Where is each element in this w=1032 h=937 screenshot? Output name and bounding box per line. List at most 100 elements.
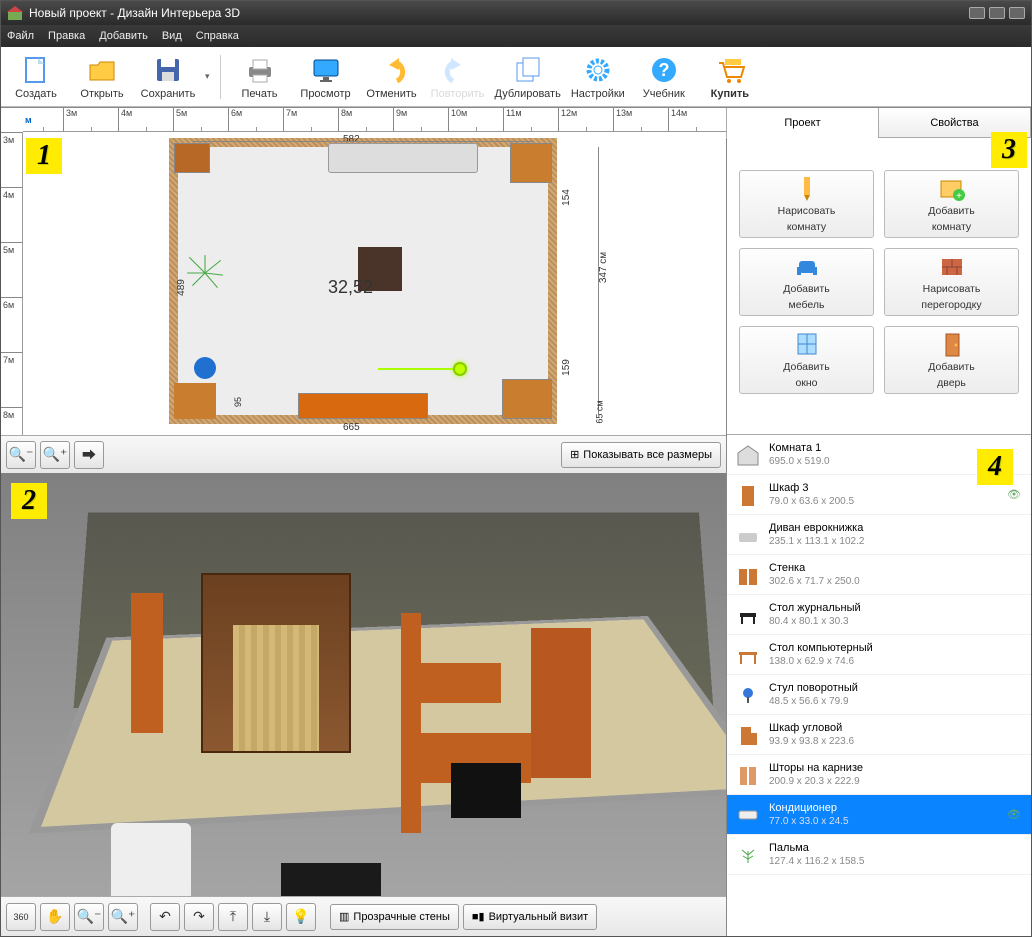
window-title: Новый проект - Дизайн Интерьера 3D <box>29 6 240 20</box>
action-grid: Нарисоватькомнату +Добавитькомнату Добав… <box>727 164 1031 408</box>
create-button[interactable]: Создать <box>7 50 65 104</box>
transparent-walls-button[interactable]: ▥Прозрачные стены <box>330 904 459 930</box>
tilt-down-button[interactable]: ⤓ <box>252 903 282 931</box>
room-icon <box>735 442 761 468</box>
duplicate-button[interactable]: Дублировать <box>495 50 561 104</box>
zoom-in-3d-button[interactable]: 🔍⁺ <box>108 903 138 931</box>
zoom-out-button[interactable]: 🔍⁻ <box>6 441 36 469</box>
show-dims-button[interactable]: ⊞Показывать все размеры <box>561 442 721 468</box>
maximize-button[interactable] <box>989 7 1005 19</box>
object-item[interactable]: Диван еврокнижка 235.1 x 113.1 x 102.2 <box>727 515 1031 555</box>
armchair-icon <box>793 252 821 280</box>
sofa-icon <box>735 522 761 548</box>
bulb-icon: 💡 <box>292 908 309 925</box>
object-dims: 127.4 x 116.2 x 158.5 <box>769 855 999 868</box>
add-door-button[interactable]: Добавитьдверь <box>884 326 1019 394</box>
object-item[interactable]: Стол журнальный 80.4 x 80.1 x 30.3 <box>727 595 1031 635</box>
rotate-left-icon: ↶ <box>159 908 171 925</box>
buy-button[interactable]: Купить <box>701 50 759 104</box>
hand-icon: ✋ <box>46 908 63 925</box>
toolbar: Создать Открыть Сохранить ▾ Печать Просм… <box>1 47 1031 107</box>
menu-view[interactable]: Вид <box>162 30 182 42</box>
right-panel: Проект Свойства 3 Нарисоватькомнату +Доб… <box>727 108 1031 936</box>
redo-button[interactable]: Повторить <box>429 50 487 104</box>
object-item[interactable]: Стенка 302.6 x 71.7 x 250.0 <box>727 555 1031 595</box>
room-shape[interactable]: 32,52 <box>178 147 548 415</box>
furniture-desk-right[interactable] <box>502 379 552 419</box>
object-item[interactable]: Стол компьютерный 138.0 x 62.9 x 74.6 <box>727 635 1031 675</box>
view-3d-pane[interactable]: 2 360 ✋ 🔍⁻ 🔍⁺ ↶ ↷ ⤒ ⤓ 💡 ▥Прозрачные стен… <box>1 473 726 936</box>
draw-partition-button[interactable]: Нарисоватьперегородку <box>884 248 1019 316</box>
light-button[interactable]: 💡 <box>286 903 316 931</box>
menubar: Файл Правка Добавить Вид Справка <box>1 25 1031 47</box>
zoom-in-button[interactable]: 🔍⁺ <box>40 441 70 469</box>
selection-handle[interactable] <box>453 362 467 376</box>
close-button[interactable] <box>1009 7 1025 19</box>
object-dims: 138.0 x 62.9 x 74.6 <box>769 655 999 668</box>
furniture-sofa-bottom[interactable] <box>298 393 428 419</box>
save-dropdown-icon[interactable]: ▾ <box>205 71 210 82</box>
view3d-toolbar: 360 ✋ 🔍⁻ 🔍⁺ ↶ ↷ ⤒ ⤓ 💡 ▥Прозрачные стены … <box>1 896 726 936</box>
object-name: Кондиционер <box>769 801 999 815</box>
tilt-up-icon: ⤒ <box>230 908 236 925</box>
rotate-left-button[interactable]: ↶ <box>150 903 180 931</box>
wardrobe-icon <box>735 482 761 508</box>
duplicate-icon <box>512 54 544 86</box>
file-new-icon <box>20 54 52 86</box>
tilt-up-button[interactable]: ⤒ <box>218 903 248 931</box>
object-item[interactable]: Стул поворотный 48.5 x 56.6 x 79.9 <box>727 675 1031 715</box>
furniture-plant[interactable] <box>184 252 226 294</box>
furniture-desk-left[interactable] <box>174 383 216 419</box>
menu-edit[interactable]: Правка <box>48 30 85 42</box>
object-name: Стенка <box>769 561 999 575</box>
home-button[interactable]: ⮕ <box>74 441 104 469</box>
pan-button[interactable]: ✋ <box>40 903 70 931</box>
menu-help[interactable]: Справка <box>196 30 239 42</box>
tab-project[interactable]: Проект <box>726 107 879 138</box>
minimize-button[interactable] <box>969 7 985 19</box>
furniture-wardrobe[interactable] <box>174 143 210 173</box>
zoom-out-3d-button[interactable]: 🔍⁻ <box>74 903 104 931</box>
object-dims: 48.5 x 56.6 x 79.9 <box>769 695 999 708</box>
visibility-icon[interactable]: 👁 <box>1007 488 1023 501</box>
preview-button[interactable]: Просмотр <box>297 50 355 104</box>
dim-top: 582 <box>343 134 360 145</box>
ruler-horizontal: м 3м4м 5м6м 7м8м 9м10м 11м12м 13м14м <box>23 108 726 132</box>
add-window-button[interactable]: Добавитьокно <box>739 326 874 394</box>
furniture-chair[interactable] <box>194 357 216 379</box>
rotate-360-button[interactable]: 360 <box>6 903 36 931</box>
undo-button[interactable]: Отменить <box>363 50 421 104</box>
object-dims: 80.4 x 80.1 x 30.3 <box>769 615 999 628</box>
add-room-button[interactable]: +Добавитькомнату <box>884 170 1019 238</box>
virtual-visit-button[interactable]: ■▮Виртуальный визит <box>463 904 597 930</box>
object-item[interactable]: Пальма 127.4 x 116.2 x 158.5 <box>727 835 1031 875</box>
save-button[interactable]: Сохранить <box>139 50 197 104</box>
object-name: Комната 1 <box>769 441 999 455</box>
rotate-right-button[interactable]: ↷ <box>184 903 214 931</box>
home-icon: ⮕ <box>82 445 96 465</box>
menu-file[interactable]: Файл <box>7 30 34 42</box>
print-button[interactable]: Печать <box>231 50 289 104</box>
help-button[interactable]: ?Учебник <box>635 50 693 104</box>
wall-icon <box>735 562 761 588</box>
visibility-icon[interactable]: 👁 <box>1007 808 1023 821</box>
corner-icon <box>735 722 761 748</box>
grid-icon: ⊞ <box>570 448 579 461</box>
object-list[interactable]: 4 Комната 1 695.0 x 519.0 Шкаф 3 79.0 x … <box>727 434 1031 936</box>
menu-add[interactable]: Добавить <box>99 30 148 42</box>
object-name: Пальма <box>769 841 999 855</box>
settings-button[interactable]: Настройки <box>569 50 627 104</box>
furniture-corner-wardrobe[interactable] <box>510 143 552 183</box>
draw-room-button[interactable]: Нарисоватькомнату <box>739 170 874 238</box>
object-dims: 93.9 x 93.8 x 223.6 <box>769 735 999 748</box>
object-item[interactable]: Кондиционер 77.0 x 33.0 x 24.5 👁 <box>727 795 1031 835</box>
object-item[interactable]: Шкаф угловой 93.9 x 93.8 x 223.6 <box>727 715 1031 755</box>
object-name: Шторы на карнизе <box>769 761 999 775</box>
redo-icon <box>442 54 474 86</box>
open-button[interactable]: Открыть <box>73 50 131 104</box>
plan-2d-pane[interactable]: м 3м4м 5м6м 7м8м 9м10м 11м12м 13м14м 3м4… <box>1 108 726 473</box>
furniture-sofa-top[interactable] <box>328 143 478 173</box>
add-furniture-button[interactable]: Добавитьмебель <box>739 248 874 316</box>
dim-bottom: 665 <box>343 422 360 433</box>
object-item[interactable]: Шторы на карнизе 200.9 x 20.3 x 222.9 <box>727 755 1031 795</box>
